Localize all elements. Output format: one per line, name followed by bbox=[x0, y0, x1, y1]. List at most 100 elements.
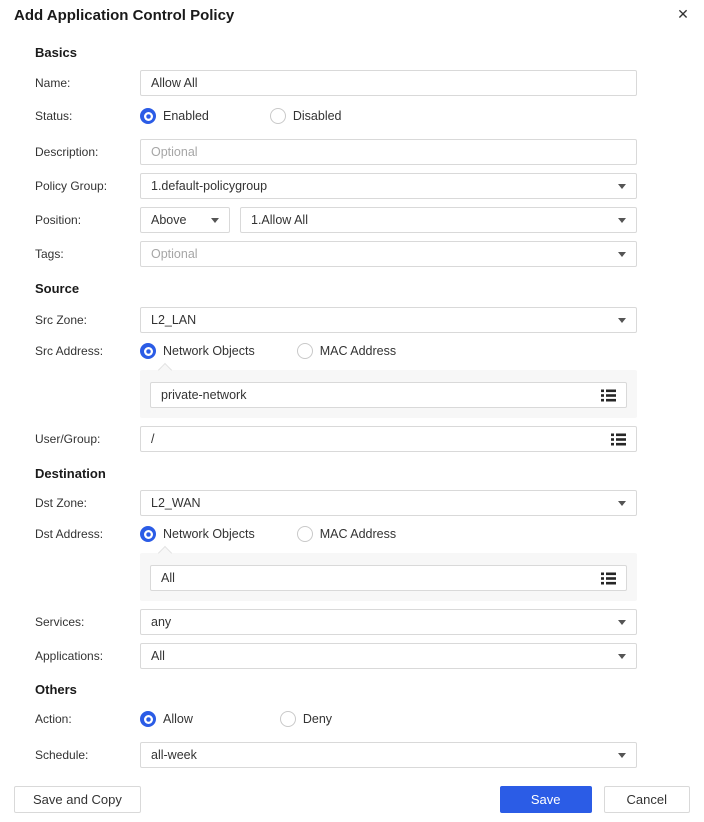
position-label: Position: bbox=[35, 213, 82, 227]
user-group-field[interactable]: / bbox=[140, 426, 637, 452]
save-button[interactable]: Save bbox=[499, 786, 592, 813]
services-select[interactable]: any bbox=[140, 609, 637, 635]
radio-selected-icon bbox=[140, 526, 156, 542]
src-address-radio-network-objects[interactable]: Network Objects bbox=[140, 343, 255, 359]
row-policy-group: Policy Group: 1.default-policygroup bbox=[35, 173, 637, 199]
radio-selected-icon bbox=[140, 711, 156, 727]
status-disabled-label: Disabled bbox=[292, 109, 342, 123]
chevron-down-icon bbox=[618, 217, 626, 223]
applications-select[interactable]: All bbox=[140, 643, 637, 669]
row-position: Position: Above 1.Allow All bbox=[35, 207, 637, 233]
action-allow-label: Allow bbox=[163, 712, 193, 726]
action-deny-label: Deny bbox=[302, 712, 333, 726]
dst-address-radio-network-objects[interactable]: Network Objects bbox=[140, 526, 255, 542]
position-relation-select[interactable]: Above bbox=[140, 207, 230, 233]
radio-unselected-icon bbox=[296, 526, 313, 542]
dst-network-objects-panel-row: All bbox=[35, 545, 637, 601]
schedule-value: all-week bbox=[151, 748, 197, 762]
row-tags: Tags: Optional bbox=[35, 241, 637, 267]
applications-label: Applications: bbox=[35, 649, 104, 663]
src-zone-label: Src Zone: bbox=[35, 313, 88, 327]
dst-zone-label: Dst Zone: bbox=[35, 496, 88, 510]
save-and-copy-button[interactable]: Save and Copy bbox=[14, 786, 141, 813]
action-radio-deny[interactable]: Deny bbox=[279, 711, 333, 727]
radio-selected-icon bbox=[140, 108, 156, 124]
policy-group-label: Policy Group: bbox=[35, 179, 108, 193]
dst-address-label: Dst Address: bbox=[35, 527, 104, 541]
row-applications: Applications: All bbox=[35, 643, 637, 669]
radio-unselected-icon bbox=[269, 108, 286, 124]
dialog-header: Add Application Control Policy ✕ bbox=[0, 0, 704, 30]
policy-group-value: 1.default-policygroup bbox=[151, 179, 268, 193]
section-title-basics: Basics bbox=[35, 45, 77, 60]
row-name: Name: bbox=[35, 70, 637, 96]
row-src-address: Src Address: Network Objects MAC Address bbox=[35, 342, 637, 360]
list-picker-icon[interactable] bbox=[601, 572, 616, 585]
status-radio-disabled[interactable]: Disabled bbox=[269, 108, 342, 124]
src-address-radio-mac-address[interactable]: MAC Address bbox=[296, 343, 396, 359]
services-value: any bbox=[151, 615, 172, 629]
name-label: Name: bbox=[35, 76, 71, 90]
tags-placeholder: Optional bbox=[151, 247, 198, 261]
src-address-network-objects-label: Network Objects bbox=[163, 344, 255, 358]
policy-group-select[interactable]: 1.default-policygroup bbox=[140, 173, 637, 199]
cancel-button[interactable]: Cancel bbox=[603, 786, 690, 813]
src-network-objects-panel-row: private-network bbox=[35, 362, 637, 418]
chevron-down-icon bbox=[618, 752, 626, 758]
row-description: Description: bbox=[35, 139, 637, 165]
chevron-down-icon bbox=[211, 217, 219, 223]
callout-notch bbox=[157, 362, 173, 378]
status-radio-enabled[interactable]: Enabled bbox=[140, 108, 209, 124]
src-network-objects-panel: private-network bbox=[140, 362, 637, 418]
user-group-label: User/Group: bbox=[35, 432, 101, 446]
row-schedule: Schedule: all-week bbox=[35, 742, 637, 768]
chevron-down-icon bbox=[618, 251, 626, 257]
position-anchor-select[interactable]: 1.Allow All bbox=[240, 207, 637, 233]
row-services: Services: any bbox=[35, 609, 637, 635]
dst-network-objects-value: All bbox=[161, 571, 175, 585]
dst-zone-select[interactable]: L2_WAN bbox=[140, 490, 637, 516]
src-zone-select[interactable]: L2_LAN bbox=[140, 307, 637, 333]
list-picker-icon[interactable] bbox=[601, 389, 616, 402]
radio-unselected-icon bbox=[279, 711, 296, 727]
src-network-objects-value: private-network bbox=[161, 388, 247, 402]
add-application-control-policy-dialog: Add Application Control Policy ✕ Basics … bbox=[0, 0, 704, 822]
dst-address-mac-address-label: MAC Address bbox=[319, 527, 397, 541]
chevron-down-icon bbox=[618, 653, 626, 659]
dialog-body: Basics Name: Status: Enabled Disabled D bbox=[0, 45, 704, 768]
row-dst-zone: Dst Zone: L2_WAN bbox=[35, 490, 637, 516]
close-icon[interactable]: ✕ bbox=[673, 4, 693, 24]
description-input[interactable] bbox=[140, 139, 637, 165]
applications-value: All bbox=[151, 649, 165, 663]
radio-unselected-icon bbox=[296, 343, 313, 359]
user-group-value: / bbox=[151, 432, 155, 446]
description-label: Description: bbox=[35, 145, 99, 159]
action-label: Action: bbox=[35, 712, 72, 726]
chevron-down-icon bbox=[618, 500, 626, 506]
callout-notch bbox=[157, 545, 173, 561]
section-title-others: Others bbox=[35, 682, 77, 697]
tags-select[interactable]: Optional bbox=[140, 241, 637, 267]
row-dst-address: Dst Address: Network Objects MAC Address bbox=[35, 525, 637, 543]
section-title-source: Source bbox=[35, 281, 80, 296]
action-radio-allow[interactable]: Allow bbox=[140, 711, 193, 727]
status-label: Status: bbox=[35, 109, 73, 123]
section-title-destination: Destination bbox=[35, 466, 106, 481]
position-anchor-value: 1.Allow All bbox=[251, 213, 308, 227]
schedule-select[interactable]: all-week bbox=[140, 742, 637, 768]
radio-selected-icon bbox=[140, 343, 156, 359]
row-src-zone: Src Zone: L2_LAN bbox=[35, 307, 637, 333]
name-input[interactable] bbox=[140, 70, 637, 96]
dst-address-radio-mac-address[interactable]: MAC Address bbox=[296, 526, 397, 542]
row-user-group: User/Group: / bbox=[35, 426, 637, 452]
dst-network-objects-panel: All bbox=[140, 545, 637, 601]
chevron-down-icon bbox=[618, 317, 626, 323]
dst-zone-value: L2_WAN bbox=[151, 496, 201, 510]
position-relation-value: Above bbox=[151, 213, 187, 227]
src-address-label: Src Address: bbox=[35, 344, 104, 358]
src-network-objects-field[interactable]: private-network bbox=[150, 382, 627, 408]
dst-network-objects-field[interactable]: All bbox=[150, 565, 627, 591]
src-zone-value: L2_LAN bbox=[151, 313, 197, 327]
list-picker-icon[interactable] bbox=[611, 433, 626, 446]
dialog-title: Add Application Control Policy bbox=[14, 7, 235, 24]
